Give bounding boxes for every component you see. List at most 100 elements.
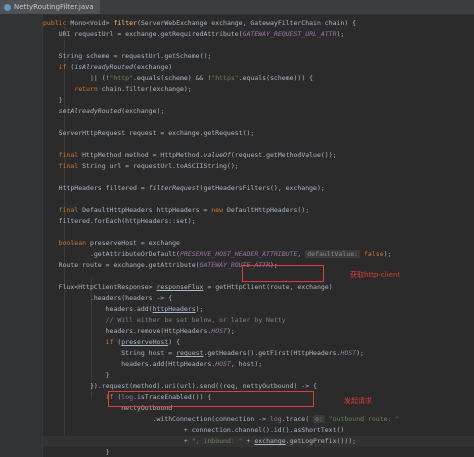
code-text: setAlreadyRouted(exchange); [43,106,165,117]
code-token: .equals(scheme) && ! [133,74,212,82]
code-line[interactable]: 134 if (preserveHost) { [43,337,474,348]
code-text: boolean preserveHost = exchange [43,238,180,249]
code-token: HOST [215,360,231,368]
code-token: ); [336,30,345,38]
code-token: if [58,63,71,71]
code-token: responseFlux [156,283,204,291]
code-token: (exchange) [133,63,173,71]
code-text: headers.add(HttpHeaders.HOST, host); [43,359,262,370]
code-token: + connection.channel().id().asShortText(… [43,426,345,434]
code-line[interactable]: 131 headers.add(httpHeaders); [43,304,474,315]
code-line[interactable]: 112 } [43,95,474,106]
code-line[interactable]: 120 HttpHeaders filtered = filterRequest… [43,183,474,194]
code-line[interactable]: 136 headers.add(HttpHeaders.HOST, host); [43,359,474,370]
code-token: headers.add(HttpHeaders. [43,360,216,368]
code-token: boolean [58,239,90,247]
code-line[interactable]: 114 [43,117,474,128]
code-token: ); [195,305,204,313]
code-token: (exchange); [121,107,165,115]
code-line[interactable]: 143 + ", inbound: " + exchange.getLogPre… [43,436,474,447]
code-token: GATEWAY_REQUEST_URL_ATTR [242,30,337,38]
code-line[interactable]: 106 URI requestUrl = exchange.getRequire… [43,29,474,40]
code-text: } [43,95,63,106]
code-line[interactable]: 133 headers.remove(HttpHeaders.HOST); [43,326,474,337]
code-token: (request.getMethodValue()); [230,151,337,159]
code-line[interactable]: 107 [43,40,474,51]
code-token: .getHeaders().getFirst(HttpHeaders. [203,349,341,357]
code-text: filtered.forEach(httpHeaders::set); [43,216,196,227]
code-line[interactable]: 137 } [43,370,474,381]
code-text: if (isAlreadyRouted(exchange) [43,62,173,73]
code-token: HttpMethod method = HttpMethod. [82,151,204,159]
code-token: String url = requestUrl.toASCIIString(); [82,162,239,170]
code-token: filter [113,19,137,27]
parameter-hint: defaultValue: [305,250,361,258]
code-line[interactable]: 111 return chain.filter(exchange); [43,84,474,95]
code-line[interactable]: 142 + connection.channel().id().asShortT… [43,425,474,436]
parameter-hint: o: [313,415,325,423]
code-token: Flux<HttpClientResponse> [43,283,157,291]
code-token: headers.remove(HttpHeaders. [43,327,212,335]
code-line[interactable]: 105public Mono<Void> filter(ServerWebExc… [43,18,474,29]
annotation-box-send-request [108,391,314,407]
code-text: .withConnection(connection -> log.trace(… [43,414,399,425]
code-line[interactable]: 144 } [43,447,474,457]
code-token: .getAttributeOrDefault( [43,250,180,258]
code-token: } [43,371,110,379]
code-line[interactable]: 113 setAlreadyRouted(exchange); [43,106,474,117]
code-token: DefaultHttpHeaders(); [226,206,310,214]
code-token: }).request(method).uri(url).send((req, n… [43,382,317,390]
code-line[interactable]: 126 .getAttributeOrDefault(PRESERVE_HOST… [43,249,474,260]
code-text: final String url = requestUrl.toASCIIStr… [43,161,239,172]
code-line[interactable]: 124 [43,227,474,238]
code-token: return [74,85,102,93]
code-line[interactable]: 130 .headers(headers -> { [43,293,474,304]
code-line[interactable]: 121 [43,194,474,205]
code-text: final HttpMethod method = HttpMethod.val… [43,150,337,161]
line-number-gutter [0,15,43,457]
code-text: public Mono<Void> filter(ServerWebExchan… [43,18,356,29]
code-token: log [269,415,282,423]
file-tab[interactable]: NettyRoutingFilter.java [0,0,100,14]
code-text: // Will either be set below, or later by… [43,315,286,326]
code-token: new [211,206,227,214]
code-token: chain.filter(exchange); [101,85,192,93]
java-class-icon [4,4,11,11]
code-line[interactable]: 108 String scheme = requestUrl.getScheme… [43,51,474,62]
code-token: isAlreadyRouted [74,63,134,71]
code-text: String scheme = requestUrl.getScheme(); [43,51,212,62]
code-line[interactable]: 115 ServerHttpRequest request = exchange… [43,128,474,139]
code-line[interactable]: 119 [43,172,474,183]
code-line[interactable]: 110 || (!"http".equals(scheme) && !"http… [43,73,474,84]
code-token: .trace( [281,415,314,423]
code-line[interactable]: 116 [43,139,474,150]
code-text: headers.add(httpHeaders); [43,304,204,315]
code-token: false [364,250,384,258]
code-text: || (!"http".equals(scheme) && !"https".e… [43,73,313,84]
code-line[interactable]: 122 final DefaultHttpHeaders httpHeaders… [43,205,474,216]
code-line[interactable]: 117 final HttpMethod method = HttpMethod… [43,150,474,161]
code-token: ", inbound: " [191,437,243,445]
code-token: setAlreadyRouted [58,107,122,115]
code-token: preserveHost [121,338,169,346]
code-token: ); [356,349,364,357]
code-line[interactable]: 118 final String url = requestUrl.toASCI… [43,161,474,172]
code-line[interactable]: 129 Flux<HttpClientResponse> responseFlu… [43,282,474,293]
code-line[interactable]: 125 boolean preserveHost = exchange [43,238,474,249]
code-text: } [43,370,110,381]
code-token: , host); [230,360,263,368]
code-line[interactable]: 109 if (isAlreadyRouted(exchange) [43,62,474,73]
code-text: return chain.filter(exchange); [43,84,192,95]
code-token: ); [226,327,235,335]
code-line[interactable]: 123 filtered.forEach(httpHeaders::set); [43,216,474,227]
code-text: URI requestUrl = exchange.getRequiredAtt… [43,29,345,40]
code-line[interactable]: 141 .withConnection(connection -> log.tr… [43,414,474,425]
code-line[interactable]: 135 String host = request.getHeaders().g… [43,348,474,359]
code-line[interactable]: 132 // Will either be set below, or late… [43,315,474,326]
